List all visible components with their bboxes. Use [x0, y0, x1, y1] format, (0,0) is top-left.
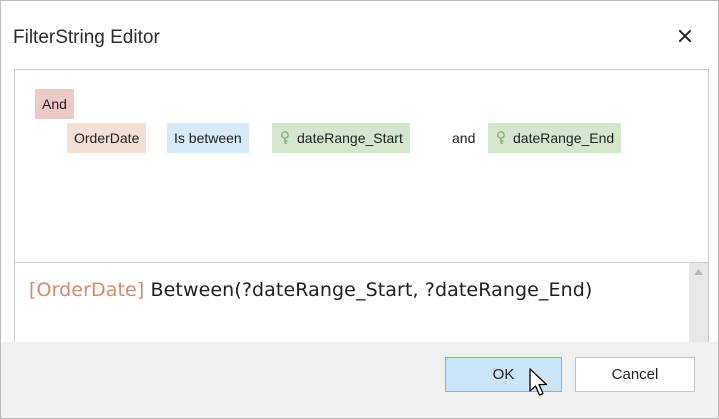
group-operator-and[interactable]: And — [35, 89, 74, 119]
parameter-icon — [281, 131, 289, 144]
condition-value-end[interactable]: dateRange_End — [488, 123, 622, 153]
dialog-footer: OK Cancel — [1, 342, 718, 418]
vertical-scrollbar[interactable] — [689, 263, 708, 343]
condition-operator[interactable]: Is between — [167, 123, 249, 153]
filter-string-textbox[interactable]: [OrderDate] Between(?dateRange_Start, ?d… — [15, 262, 708, 343]
filterstring-editor-dialog: FilterString Editor And OrderDate Is bet… — [0, 0, 719, 419]
conjunction-and: and — [452, 130, 476, 146]
close-icon — [678, 29, 692, 43]
arrow-up-icon — [694, 269, 703, 275]
parameter-name: dateRange_Start — [297, 130, 403, 146]
expression-field-ref: [OrderDate] — [29, 279, 145, 301]
parameter-icon — [497, 131, 505, 144]
filter-expression: [OrderDate] Between(?dateRange_Start, ?d… — [29, 279, 592, 301]
title-bar: FilterString Editor — [1, 1, 718, 69]
filter-tree[interactable]: And OrderDate Is between dateRange_Start… — [15, 70, 708, 262]
mouse-pointer-icon — [529, 368, 548, 396]
dialog-title: FilterString Editor — [13, 27, 160, 48]
close-button[interactable] — [670, 23, 700, 49]
filter-editor-panel: And OrderDate Is between dateRange_Start… — [14, 69, 709, 343]
expression-operator: Between(?dateRange_Start, ?dateRange_End… — [144, 279, 593, 301]
parameter-name: dateRange_End — [513, 130, 615, 146]
scroll-up-button[interactable] — [689, 263, 708, 281]
condition-value-start[interactable]: dateRange_Start — [272, 123, 410, 153]
condition-field[interactable]: OrderDate — [67, 123, 147, 153]
cancel-button[interactable]: Cancel — [575, 357, 695, 392]
